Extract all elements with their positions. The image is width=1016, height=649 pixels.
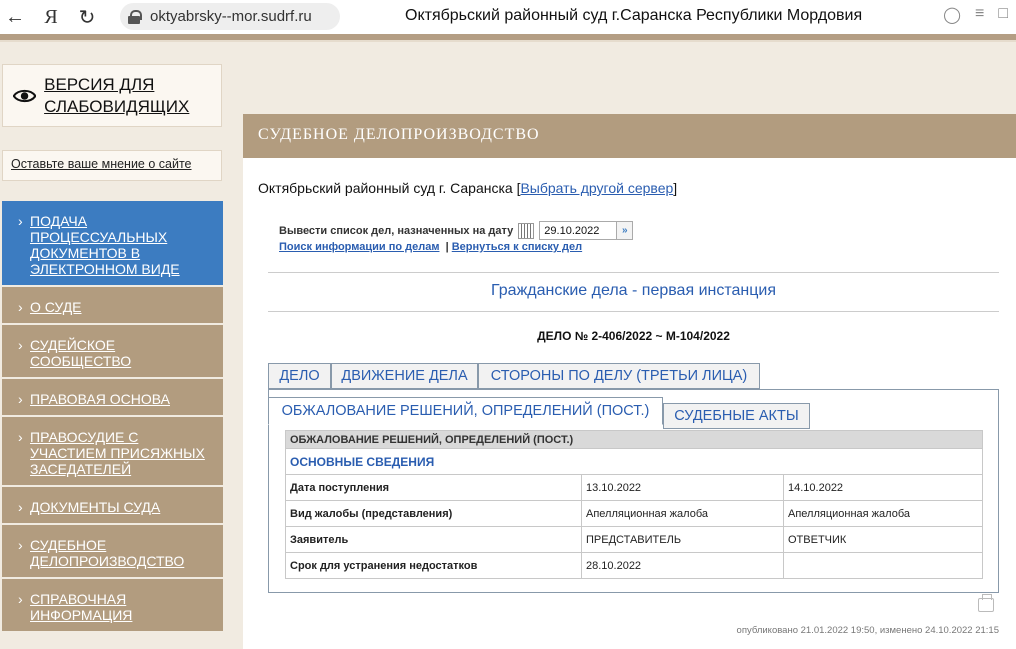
- sidebar-item-judges[interactable]: › Судейское сообщество: [2, 325, 223, 379]
- go-arrow-icon[interactable]: »: [617, 221, 634, 240]
- opinion-link[interactable]: Оставьте ваше мнение о сайте: [11, 157, 192, 171]
- extensions-icon[interactable]: □: [998, 5, 1008, 25]
- lock-icon: [128, 9, 142, 24]
- table-row: Заявитель ПРЕДСТАВИТЕЛЬ ОТВЕТЧИК: [285, 526, 983, 553]
- print-icon[interactable]: [978, 594, 994, 612]
- sidebar-item-reference-info[interactable]: › Справочная информация: [2, 579, 223, 633]
- court-line: Октябрьский районный суд г. Саранска [Вы…: [258, 180, 677, 196]
- cell-value: 14.10.2022: [783, 474, 983, 501]
- calendar-icon[interactable]: [518, 222, 535, 239]
- url-text: oktyabrsky--mor.sudrf.ru: [150, 8, 312, 25]
- chevron-right-icon: ›: [18, 499, 23, 515]
- cell-value: ПРЕДСТАВИТЕЛЬ: [581, 526, 784, 553]
- table-row: Вид жалобы (представления) Апелляционная…: [285, 500, 983, 527]
- top-strip-shadow: [0, 40, 1016, 42]
- tab-case[interactable]: ДЕЛО: [268, 363, 331, 389]
- chevron-right-icon: ›: [18, 391, 23, 407]
- published-info: опубликовано 21.01.2022 19:50, изменено …: [736, 625, 999, 636]
- divider: [268, 311, 999, 312]
- back-to-list-link[interactable]: Вернуться к списку дел: [452, 241, 582, 253]
- change-server-link[interactable]: Выбрать другой сервер: [520, 180, 673, 196]
- sidebar-item-case-records[interactable]: › Судебное делопроизводство: [2, 525, 223, 579]
- reload-icon[interactable]: ↻: [72, 0, 102, 34]
- browser-actions: ◯ ≡ □: [943, 5, 1008, 25]
- court-name: Октябрьский районный суд г. Саранска: [258, 180, 513, 196]
- case-search-link[interactable]: Поиск информации по делам: [279, 241, 439, 253]
- divider: [268, 272, 999, 273]
- chevron-right-icon: ›: [18, 337, 23, 353]
- cell-value: 13.10.2022: [581, 474, 784, 501]
- case-links: Поиск информации по делам | Вернуться к …: [279, 241, 582, 253]
- sidebar-item-jury[interactable]: › Правосудие с участием присяжных заседат…: [2, 417, 223, 487]
- page-title: Октябрьский районный суд г.Саранска Респ…: [405, 7, 863, 24]
- reader-icon[interactable]: ≡: [975, 5, 984, 25]
- sidebar-nav: › Подача процессуальных документов в элек…: [2, 201, 223, 633]
- case-type-title: Гражданские дела - первая инстанция: [491, 282, 776, 299]
- tab-case-movement[interactable]: ДВИЖЕНИЕ ДЕЛА: [331, 363, 478, 389]
- cell-value: [783, 552, 983, 579]
- section-header: СУДЕБНОЕ ДЕЛОПРОИЗВОДСТВО: [243, 114, 1016, 158]
- sidebar-item-legal-basis[interactable]: › Правовая основа: [2, 379, 223, 417]
- sidebar-item-electronic-filing[interactable]: › Подача процессуальных документов в элек…: [2, 201, 223, 287]
- yandex-icon[interactable]: Я: [36, 0, 66, 34]
- address-bar[interactable]: oktyabrsky--mor.sudrf.ru: [120, 3, 340, 30]
- cell-value: ОТВЕТЧИК: [783, 526, 983, 553]
- row-label: Срок для устранения недостатков: [285, 552, 582, 579]
- headphones-icon[interactable]: ◯: [943, 5, 961, 25]
- table-subheader: ОСНОВНЫЕ СВЕДЕНИЯ: [285, 448, 983, 475]
- cell-value: Апелляционная жалоба: [783, 500, 983, 527]
- low-vision-version-button[interactable]: ВЕРСИЯ ДЛЯ СЛАБОВИДЯЩИХ: [2, 64, 222, 127]
- cell-value: Апелляционная жалоба: [581, 500, 784, 527]
- chevron-right-icon: ›: [18, 591, 23, 607]
- date-label: Вывести список дел, назначенных на дату: [279, 224, 514, 237]
- row-label: Заявитель: [285, 526, 582, 553]
- tab-parties[interactable]: СТОРОНЫ ПО ДЕЛУ (ТРЕТЬИ ЛИЦА): [478, 363, 760, 389]
- tab-appeals[interactable]: ОБЖАЛОВАНИЕ РЕШЕНИЙ, ОПРЕДЕЛЕНИЙ (ПОСТ.): [268, 397, 663, 425]
- sidebar-item-court-documents[interactable]: › Документы суда: [2, 487, 223, 525]
- cell-value: 28.10.2022: [581, 552, 784, 579]
- table-row: Срок для устранения недостатков 28.10.20…: [285, 552, 983, 579]
- eye-icon: [13, 89, 37, 102]
- chevron-right-icon: ›: [18, 537, 23, 553]
- case-number: ДЕЛО № 2-406/2022 ~ М-104/2022: [537, 329, 730, 343]
- chevron-right-icon: ›: [18, 299, 23, 315]
- date-filter: Вывести список дел, назначенных на дату …: [279, 221, 634, 240]
- back-arrow-icon[interactable]: ←: [0, 0, 30, 34]
- date-input[interactable]: [539, 221, 618, 240]
- row-label: Вид жалобы (представления): [285, 500, 582, 527]
- table-row: Дата поступления 13.10.2022 14.10.2022: [285, 474, 983, 501]
- table-subheader-row: ОСНОВНЫЕ СВЕДЕНИЯ: [285, 448, 983, 475]
- bracket-close: ]: [673, 180, 678, 196]
- row-label: Дата поступления: [285, 474, 582, 501]
- main-content: Октябрьский районный суд г. Саранска [Вы…: [243, 158, 1016, 649]
- sidebar-item-about-court[interactable]: › О суде: [2, 287, 223, 325]
- opinion-box: Оставьте ваше мнение о сайте: [2, 150, 222, 181]
- low-vision-label: ВЕРСИЯ ДЛЯ СЛАБОВИДЯЩИХ: [44, 74, 190, 116]
- chevron-right-icon: ›: [18, 213, 23, 229]
- table-header: ОБЖАЛОВАНИЕ РЕШЕНИЙ, ОПРЕДЕЛЕНИЙ (ПОСТ.): [285, 430, 983, 449]
- chevron-right-icon: ›: [18, 429, 23, 445]
- tab-court-acts[interactable]: СУДЕБНЫЕ АКТЫ: [663, 403, 810, 429]
- link-separator: |: [445, 241, 449, 253]
- table-header-row: ОБЖАЛОВАНИЕ РЕШЕНИЙ, ОПРЕДЕЛЕНИЙ (ПОСТ.): [285, 430, 983, 449]
- appeals-table: ОБЖАЛОВАНИЕ РЕШЕНИЙ, ОПРЕДЕЛЕНИЙ (ПОСТ.)…: [285, 430, 983, 579]
